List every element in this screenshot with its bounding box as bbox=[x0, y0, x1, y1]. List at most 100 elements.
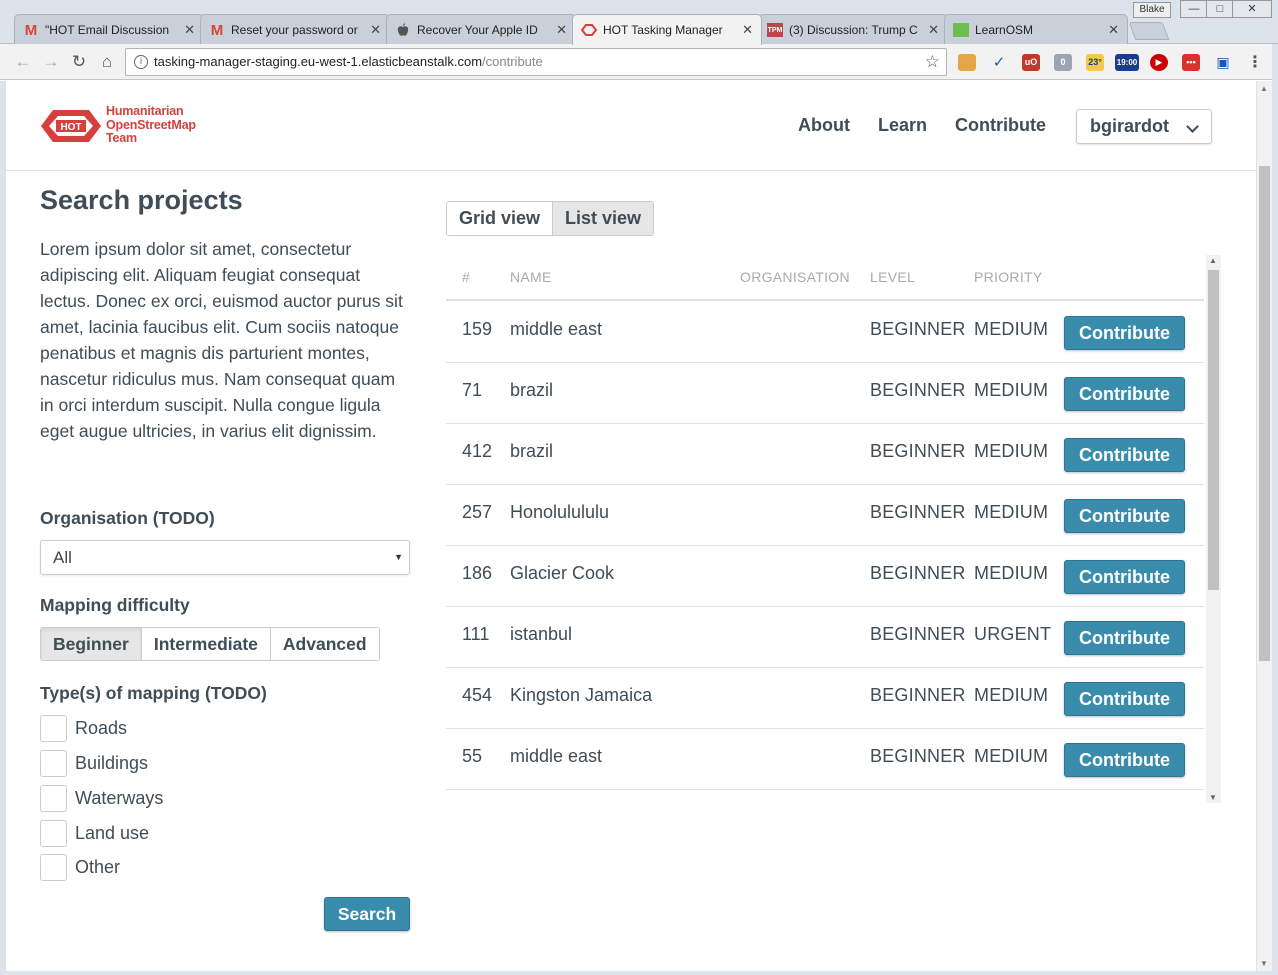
page-scrollbar[interactable]: ▲ ▼ bbox=[1256, 81, 1272, 971]
browser-tab[interactable]: M Reset your password or ✕ bbox=[200, 14, 390, 45]
nav-about[interactable]: About bbox=[798, 115, 850, 136]
menu-kebab-icon[interactable]: ⋮ bbox=[1246, 54, 1264, 71]
back-icon[interactable]: ← bbox=[12, 52, 34, 72]
home-icon[interactable]: ⌂ bbox=[96, 52, 118, 72]
checkbox[interactable] bbox=[40, 714, 67, 742]
weather-icon[interactable]: 23° bbox=[1086, 54, 1104, 71]
contribute-button[interactable]: Contribute bbox=[1064, 438, 1185, 472]
clock-badge: 19:00 bbox=[1116, 58, 1138, 67]
nav-contribute[interactable]: Contribute bbox=[955, 115, 1046, 136]
type-roads[interactable]: Roads bbox=[40, 714, 127, 742]
checkbox[interactable] bbox=[40, 819, 67, 847]
project-name[interactable]: Honolulululu bbox=[510, 502, 609, 523]
minimize-icon[interactable]: — bbox=[1180, 0, 1208, 18]
close-icon[interactable]: ✕ bbox=[184, 22, 195, 38]
project-name[interactable]: Kingston Jamaica bbox=[510, 685, 652, 706]
difficulty-intermediate[interactable]: Intermediate bbox=[141, 628, 271, 660]
project-name[interactable]: middle east bbox=[510, 746, 602, 767]
type-buildings[interactable]: Buildings bbox=[40, 749, 149, 777]
gmail-icon: M bbox=[24, 21, 38, 39]
type-other[interactable]: Other bbox=[40, 853, 120, 881]
close-icon[interactable]: ✕ bbox=[928, 22, 939, 38]
extension-gray-icon[interactable]: 0 bbox=[1054, 54, 1072, 71]
project-name[interactable]: Glacier Cook bbox=[510, 563, 614, 584]
type-land-use[interactable]: Land use bbox=[40, 819, 149, 847]
browser-tab-active[interactable]: HOT Tasking Manager ✕ bbox=[572, 14, 762, 45]
extension-v-icon[interactable]: ✓ bbox=[990, 54, 1008, 71]
search-button[interactable]: Search bbox=[324, 897, 410, 931]
new-tab-button[interactable] bbox=[1128, 22, 1170, 40]
browser-tab[interactable]: Recover Your Apple ID ✕ bbox=[386, 14, 576, 45]
contribute-button[interactable]: Contribute bbox=[1064, 499, 1185, 533]
ublock-icon[interactable]: uO bbox=[1022, 54, 1040, 71]
contribute-button[interactable]: Contribute bbox=[1064, 560, 1185, 594]
page-scrollbar-thumb[interactable] bbox=[1259, 166, 1270, 661]
table-scrollbar-thumb[interactable] bbox=[1208, 270, 1219, 590]
browser-tab[interactable]: TPM (3) Discussion: Trump C ✕ bbox=[758, 14, 948, 45]
project-priority: MEDIUM bbox=[974, 319, 1049, 339]
forward-icon[interactable]: → bbox=[40, 52, 62, 72]
view-toggle: Grid view List view bbox=[446, 201, 655, 236]
difficulty-beginner[interactable]: Beginner bbox=[41, 628, 142, 660]
column-level: LEVEL bbox=[870, 269, 916, 285]
maximize-icon[interactable]: □ bbox=[1206, 0, 1234, 18]
project-id: 159 bbox=[462, 319, 493, 339]
url-host: tasking-manager-staging.eu-west-1.elasti… bbox=[154, 54, 483, 69]
browser-tab[interactable]: LearnOSM ✕ bbox=[944, 14, 1128, 45]
close-icon[interactable]: ✕ bbox=[370, 22, 381, 38]
lastpass-icon[interactable]: ••• bbox=[1182, 54, 1200, 71]
difficulty-advanced[interactable]: Advanced bbox=[270, 628, 379, 660]
browser-tab-strip: M "HOT Email Discussion ✕ M Reset your p… bbox=[0, 0, 1278, 45]
table-scrollbar[interactable]: ▲ ▼ bbox=[1206, 255, 1221, 803]
info-icon[interactable]: i bbox=[134, 55, 148, 69]
tab-title: HOT Tasking Manager bbox=[603, 23, 723, 37]
project-name[interactable]: brazil bbox=[510, 380, 553, 401]
close-icon[interactable]: ✕ bbox=[742, 22, 753, 38]
logo-line: Team bbox=[106, 131, 137, 145]
window-frame bbox=[0, 971, 1278, 975]
nav-learn[interactable]: Learn bbox=[878, 115, 927, 136]
table-row: 159 middle east BEGINNER MEDIUM Contribu… bbox=[446, 302, 1204, 363]
project-priority: MEDIUM bbox=[974, 563, 1049, 583]
type-waterways[interactable]: Waterways bbox=[40, 784, 163, 812]
reload-icon[interactable]: ↻ bbox=[68, 52, 90, 72]
close-icon[interactable]: ✕ bbox=[556, 22, 567, 38]
scroll-up-icon[interactable]: ▲ bbox=[1209, 256, 1217, 265]
checkbox[interactable] bbox=[40, 784, 67, 812]
user-menu-dropdown[interactable]: bgirardot bbox=[1076, 109, 1212, 144]
checkbox[interactable] bbox=[40, 853, 67, 881]
checkbox[interactable] bbox=[40, 749, 67, 777]
hot-logo[interactable]: HOT Humanitarian OpenStreetMap Team bbox=[39, 104, 209, 147]
select-caret-icon: ▼ bbox=[394, 552, 403, 562]
project-name[interactable]: brazil bbox=[510, 441, 553, 462]
browser-tab[interactable]: M "HOT Email Discussion ✕ bbox=[14, 14, 204, 45]
cast-icon[interactable]: ▣ bbox=[1214, 54, 1232, 71]
organisation-select[interactable]: All ▼ bbox=[40, 540, 410, 575]
close-icon[interactable]: ✕ bbox=[1108, 22, 1119, 38]
scroll-up-icon[interactable]: ▲ bbox=[1260, 84, 1268, 93]
user-name: bgirardot bbox=[1090, 116, 1169, 136]
contribute-button[interactable]: Contribute bbox=[1064, 682, 1185, 716]
contribute-button[interactable]: Contribute bbox=[1064, 743, 1185, 777]
extension-icon[interactable] bbox=[958, 54, 976, 71]
project-level: BEGINNER bbox=[870, 380, 966, 400]
scroll-down-icon[interactable]: ▼ bbox=[1209, 793, 1217, 802]
window-close-icon[interactable]: ✕ bbox=[1232, 0, 1272, 18]
contribute-button[interactable]: Contribute bbox=[1064, 621, 1185, 655]
calendar-icon[interactable]: 19:00 bbox=[1115, 54, 1139, 71]
table-row: 257 Honolulululu BEGINNER MEDIUM Contrib… bbox=[446, 485, 1204, 546]
contribute-button[interactable]: Contribute bbox=[1064, 377, 1185, 411]
list-view-button[interactable]: List view bbox=[552, 202, 654, 235]
hot-logo-mark-icon: HOT bbox=[41, 110, 101, 142]
project-name[interactable]: istanbul bbox=[510, 624, 572, 645]
contribute-button[interactable]: Contribute bbox=[1064, 316, 1185, 350]
grid-view-button[interactable]: Grid view bbox=[447, 202, 553, 235]
checkbox-label: Buildings bbox=[75, 752, 149, 773]
project-name[interactable]: middle east bbox=[510, 319, 602, 340]
window-user-badge[interactable]: Blake bbox=[1133, 2, 1171, 18]
project-priority: MEDIUM bbox=[974, 685, 1049, 705]
play-icon[interactable]: ▶ bbox=[1150, 54, 1168, 71]
address-bar[interactable]: i tasking-manager-staging.eu-west-1.elas… bbox=[125, 48, 947, 76]
scroll-down-icon[interactable]: ▼ bbox=[1260, 959, 1268, 968]
bookmark-star-icon[interactable]: ☆ bbox=[925, 49, 940, 75]
